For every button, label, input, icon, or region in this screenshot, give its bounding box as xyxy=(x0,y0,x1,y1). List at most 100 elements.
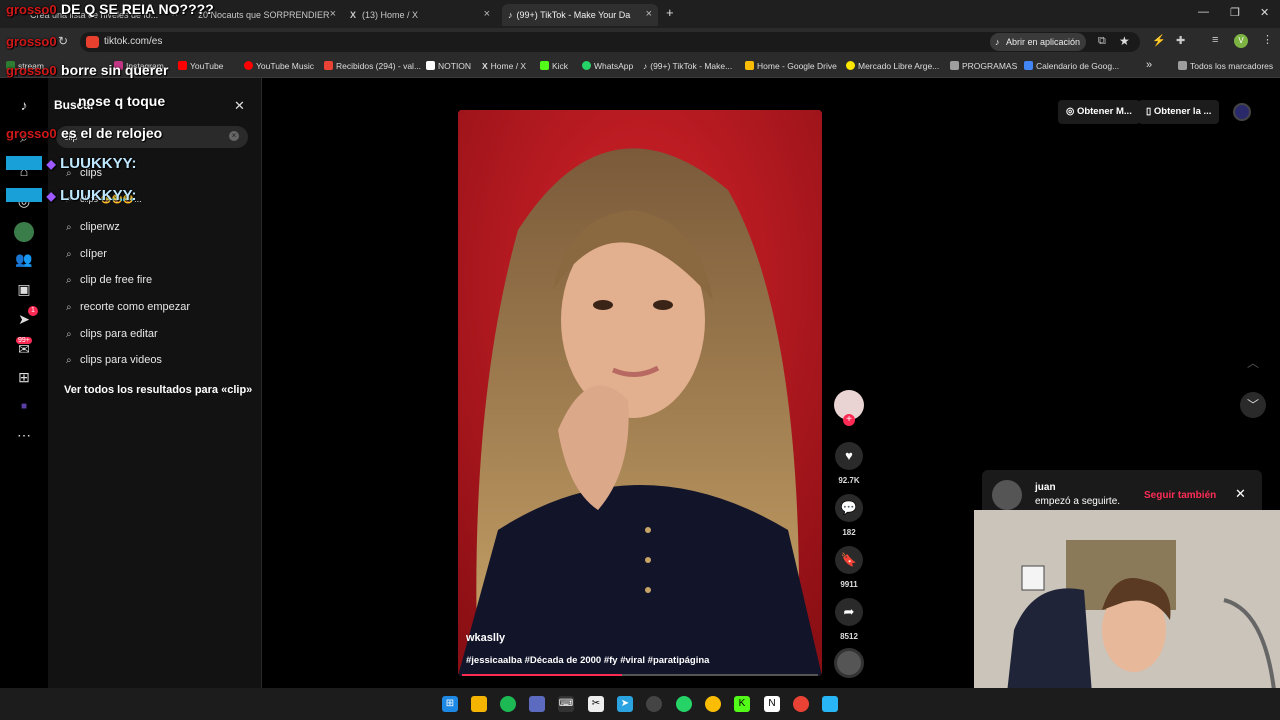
tab-2[interactable]: 20 Nocauts que SORPRENDIER × xyxy=(192,4,342,26)
bookmark-google-drive[interactable]: Home - Google Drive xyxy=(745,61,837,71)
bookmark-kick[interactable]: Kick xyxy=(540,61,568,71)
notion-icon xyxy=(426,61,435,70)
notepad-icon[interactable] xyxy=(822,696,838,712)
chat-message: grosso0 es el de relojeo xyxy=(6,125,162,143)
minimize-icon[interactable]: — xyxy=(1198,6,1209,18)
search-icon: ⌕ xyxy=(66,249,72,260)
youtube-music-icon xyxy=(244,61,253,70)
chat-text: DE Q SE REIA NO???? xyxy=(61,1,214,17)
bookmark-icon: 🔖 xyxy=(840,552,858,567)
calendar-icon xyxy=(1024,61,1033,70)
friends-icon[interactable]: 👥 xyxy=(15,250,33,268)
clear-search-icon[interactable]: × xyxy=(229,131,239,141)
puzzle-icon[interactable]: ✚ xyxy=(1176,34,1185,47)
suggestion-item[interactable]: ⌕ clips para videos xyxy=(66,354,162,366)
chevron-up-icon[interactable]: ︿ xyxy=(1240,350,1266,376)
save-count: 9911 xyxy=(840,580,858,589)
open-in-app-button[interactable]: ♪ Abrir en aplicación xyxy=(990,33,1087,51)
star-icon[interactable]: ★ xyxy=(1119,34,1130,48)
close-icon[interactable]: ✕ xyxy=(234,98,245,114)
music-disc-icon[interactable] xyxy=(834,648,864,678)
bookmark-youtube-music[interactable]: YouTube Music xyxy=(244,61,314,71)
follow-back-button[interactable]: Seguir también xyxy=(1144,490,1216,501)
bookmark-label: Home - Google Drive xyxy=(757,61,837,71)
profile-avatar[interactable]: V xyxy=(1234,34,1248,48)
site-info-icon[interactable] xyxy=(86,36,99,48)
live-icon[interactable]: ▣ xyxy=(15,280,33,298)
bookmark-whatsapp[interactable]: WhatsApp xyxy=(582,61,633,71)
x-logo-icon: X xyxy=(350,10,357,20)
like-button[interactable]: ♥ xyxy=(835,442,863,470)
kick-icon[interactable]: K xyxy=(734,696,750,712)
comment-button[interactable]: 💬 xyxy=(835,494,863,522)
telegram-icon[interactable]: ➤ xyxy=(617,696,633,712)
store-icon[interactable] xyxy=(529,696,545,712)
suggestion-item[interactable]: ⌕ recorte como empezar xyxy=(66,301,190,313)
video-hashtags[interactable]: #jessicaalba #Década de 2000 #fy #viral … xyxy=(466,655,709,666)
upload-icon[interactable]: ⊞ xyxy=(15,368,33,386)
capcut-icon[interactable]: ✂ xyxy=(588,696,604,712)
whatsapp-icon[interactable] xyxy=(676,696,692,712)
close-icon[interactable]: × xyxy=(330,8,336,20)
notion-icon[interactable]: N xyxy=(764,696,780,712)
tab-3-title: (13) Home / X xyxy=(362,10,419,20)
get-coins-button[interactable]: ◎ Obtener M... xyxy=(1058,100,1140,124)
bookmark-programas[interactable]: PROGRAMAS xyxy=(950,61,1017,71)
search-icon: ⌕ xyxy=(66,302,72,313)
tab-3[interactable]: X (13) Home / X × xyxy=(344,4,496,26)
spotify-icon[interactable] xyxy=(500,696,516,712)
bookmark-x[interactable]: X Home / X xyxy=(482,61,526,71)
reload-icon[interactable]: ↻ xyxy=(58,34,68,48)
tab-4[interactable]: ♪ (99+) TikTok - Make Your Da × xyxy=(502,4,658,26)
suggestion-item[interactable]: ⌕ cliperwz xyxy=(66,221,120,233)
follow-plus-icon[interactable]: + xyxy=(843,414,855,426)
share-button[interactable]: ➦ xyxy=(835,598,863,626)
suggestion-item[interactable]: ⌕ clip de free fire xyxy=(66,274,152,286)
file-explorer-icon[interactable] xyxy=(471,696,487,712)
all-bookmarks[interactable]: Todos los marcadores xyxy=(1178,61,1273,71)
close-icon[interactable]: × xyxy=(646,8,652,20)
chat-user: LUUKKYY: xyxy=(60,155,137,172)
bookmark-tiktok[interactable]: ♪ (99+) TikTok - Make... xyxy=(643,61,732,71)
menu-icon[interactable]: ⋮ xyxy=(1262,33,1273,46)
bookmark-youtube[interactable]: YouTube xyxy=(178,61,223,71)
chevron-down-icon[interactable]: ﹀ xyxy=(1240,392,1266,418)
more-icon[interactable]: ⋯ xyxy=(15,426,33,444)
chrome-icon[interactable] xyxy=(705,696,721,712)
bookmark-notion[interactable]: NOTION xyxy=(426,61,471,71)
suggestion-item[interactable]: ⌕ clíper xyxy=(66,248,107,260)
bookmark-mercado-libre[interactable]: Mercado Libre Arge... xyxy=(846,61,939,71)
translate-icon[interactable]: ⧉ xyxy=(1098,35,1106,48)
bookmarks-more-button[interactable]: » xyxy=(1146,59,1152,71)
bookmark-label: Home / X xyxy=(490,61,527,71)
following-avatar[interactable] xyxy=(14,222,34,242)
suggestion-item[interactable]: ⌕ clips para editar xyxy=(66,328,158,340)
profile-icon[interactable]: ■ xyxy=(15,398,33,416)
restore-icon[interactable]: ❐ xyxy=(1230,6,1240,19)
video-progress-bar[interactable] xyxy=(462,674,818,676)
tiktok-logo-icon[interactable]: ♪ xyxy=(15,96,33,114)
close-window-icon[interactable]: ✕ xyxy=(1260,6,1269,19)
get-app-button[interactable]: ▯ Obtener la ... xyxy=(1138,100,1220,124)
see-all-results-link[interactable]: Ver todos los resultados para «clip» xyxy=(64,384,252,396)
url-field[interactable]: tiktok.com/es xyxy=(80,32,1140,52)
extension-icon[interactable]: ⚡ xyxy=(1152,34,1166,47)
obs-icon[interactable] xyxy=(646,696,662,712)
bookmark-label: PROGRAMAS xyxy=(962,61,1018,71)
windows-start-icon[interactable]: ⊞ xyxy=(442,696,458,712)
notification-text: empezó a seguirte. xyxy=(1035,496,1121,507)
video-author[interactable]: wkaslly xyxy=(466,632,505,644)
save-button[interactable]: 🔖 xyxy=(835,546,863,574)
bookmark-calendar[interactable]: Calendario de Goog... xyxy=(1024,61,1119,71)
bookmark-gmail[interactable]: Recibidos (294) - val... xyxy=(324,61,421,71)
media-icon[interactable]: ≡ xyxy=(1212,34,1218,46)
video-player[interactable] xyxy=(458,110,822,676)
suggestion-text: clip de free fire xyxy=(80,274,153,286)
user-avatar[interactable] xyxy=(1233,103,1251,121)
close-icon[interactable]: × xyxy=(484,8,490,20)
bookmarks-bar: stream Instagram YouTube YouTube Music R… xyxy=(0,56,1280,78)
chrome-active-icon[interactable] xyxy=(793,696,809,712)
close-icon[interactable]: ✕ xyxy=(1235,486,1246,502)
new-tab-button[interactable]: + xyxy=(666,5,674,20)
terminal-icon[interactable]: ⌨ xyxy=(558,696,574,712)
